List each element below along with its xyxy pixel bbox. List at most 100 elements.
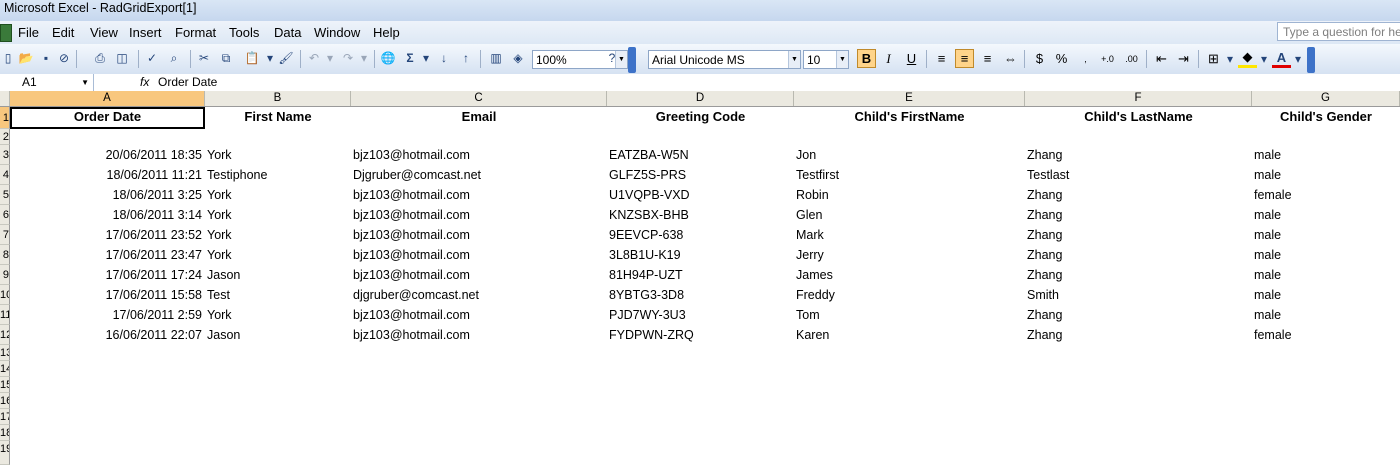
comma-style-icon[interactable]: , (1076, 49, 1095, 68)
italic-button[interactable]: I (879, 49, 898, 68)
cell-child-firstname[interactable]: James (796, 265, 1021, 285)
cell-child-gender[interactable]: female (1254, 325, 1394, 345)
cell-child-lastname[interactable]: Zhang (1027, 265, 1247, 285)
cell-child-firstname[interactable]: Jon (796, 145, 1021, 165)
cell-child-gender[interactable]: male (1254, 265, 1394, 285)
select-all-corner[interactable] (0, 91, 10, 106)
cell-order-date[interactable]: 18/06/2011 3:25 (10, 185, 202, 205)
header-cell-email[interactable]: Email (351, 107, 607, 128)
row-header[interactable]: 11 (0, 305, 10, 325)
redo-dropdown-icon[interactable]: ▾ (356, 50, 372, 66)
question-input[interactable]: Type a question for help (1277, 22, 1400, 41)
menu-edit[interactable]: Edit (52, 25, 74, 40)
cell-email[interactable]: bjz103@hotmail.com (353, 225, 603, 245)
underline-button[interactable]: U (902, 49, 921, 68)
cell-email[interactable]: bjz103@hotmail.com (353, 325, 603, 345)
increase-decimal-icon[interactable]: +.0 (1098, 49, 1117, 68)
cell-child-lastname[interactable]: Zhang (1027, 185, 1247, 205)
cell-first-name[interactable]: York (207, 245, 347, 265)
cell-greeting-code[interactable]: 3L8B1U-K19 (609, 245, 789, 265)
menu-format[interactable]: Format (175, 25, 216, 40)
cell-child-firstname[interactable]: Testfirst (796, 165, 1021, 185)
permission-icon[interactable]: ⊘ (56, 50, 72, 66)
row-header[interactable]: 10 (0, 285, 10, 305)
cell-child-gender[interactable]: male (1254, 205, 1394, 225)
font-name-select[interactable]: Arial Unicode MS ▼ (648, 50, 801, 69)
row-header[interactable]: 8 (0, 245, 10, 265)
font-size-select[interactable]: 10 ▼ (803, 50, 849, 69)
cell-order-date[interactable]: 17/06/2011 23:52 (10, 225, 202, 245)
copy-icon[interactable]: ⧉ (218, 50, 234, 66)
cell-order-date[interactable]: 18/06/2011 3:14 (10, 205, 202, 225)
cell-greeting-code[interactable]: GLFZ5S-PRS (609, 165, 789, 185)
row-header[interactable]: 18 (0, 425, 10, 441)
cell-first-name[interactable]: York (207, 145, 347, 165)
header-cell-first-name[interactable]: First Name (205, 107, 351, 128)
cell-child-lastname[interactable]: Zhang (1027, 325, 1247, 345)
cell-first-name[interactable]: Jason (207, 265, 347, 285)
merge-center-icon[interactable]: ⇔ (1001, 49, 1020, 68)
menu-file[interactable]: File (18, 25, 39, 40)
autosum-icon[interactable]: Σ (402, 50, 418, 66)
column-header-c[interactable]: C (351, 91, 607, 106)
cell-order-date[interactable]: 18/06/2011 11:21 (10, 165, 202, 185)
cell-child-lastname[interactable]: Zhang (1027, 145, 1247, 165)
cell-greeting-code[interactable]: PJD7WY-3U3 (609, 305, 789, 325)
cell-child-firstname[interactable]: Freddy (796, 285, 1021, 305)
print-preview-icon[interactable]: ◫ (114, 50, 130, 66)
sort-descending-icon[interactable]: ↑ (458, 50, 474, 66)
cell-greeting-code[interactable]: 8YBTG3-3D8 (609, 285, 789, 305)
cell-child-gender[interactable]: male (1254, 305, 1394, 325)
cell-child-firstname[interactable]: Karen (796, 325, 1021, 345)
cell-child-gender[interactable]: male (1254, 145, 1394, 165)
cell-first-name[interactable]: Test (207, 285, 347, 305)
row-header[interactable]: 1 (0, 107, 10, 129)
formula-input[interactable]: Order Date (158, 75, 217, 89)
row-header[interactable]: 6 (0, 205, 10, 225)
cell-child-lastname[interactable]: Zhang (1027, 305, 1247, 325)
cell-child-firstname[interactable]: Robin (796, 185, 1021, 205)
cell-child-firstname[interactable]: Tom (796, 305, 1021, 325)
column-header-a[interactable]: A (10, 91, 205, 106)
row-header[interactable]: 17 (0, 409, 10, 425)
cell-order-date[interactable]: 17/06/2011 2:59 (10, 305, 202, 325)
cell-email[interactable]: bjz103@hotmail.com (353, 305, 603, 325)
cell-email[interactable]: bjz103@hotmail.com (353, 265, 603, 285)
fill-color-icon[interactable]: ◆ (1238, 49, 1257, 68)
cell-greeting-code[interactable]: 81H94P-UZT (609, 265, 789, 285)
decrease-decimal-icon[interactable]: .00 (1122, 49, 1141, 68)
redo-icon[interactable]: ↷ (340, 50, 356, 66)
cell-email[interactable]: Djgruber@comcast.net (353, 165, 603, 185)
cell-order-date[interactable]: 16/06/2011 22:07 (10, 325, 202, 345)
row-header[interactable]: 14 (0, 361, 10, 377)
align-center-icon[interactable]: ≡ (955, 49, 974, 68)
menu-insert[interactable]: Insert (129, 25, 162, 40)
chevron-down-icon[interactable]: ▼ (788, 51, 800, 68)
cell-greeting-code[interactable]: EATZBA-W5N (609, 145, 789, 165)
cell-email[interactable]: bjz103@hotmail.com (353, 185, 603, 205)
cell-child-lastname[interactable]: Smith (1027, 285, 1247, 305)
cell-child-lastname[interactable]: Zhang (1027, 225, 1247, 245)
sort-ascending-icon[interactable]: ↓ (436, 50, 452, 66)
align-right-icon[interactable]: ≡ (978, 49, 997, 68)
menu-window[interactable]: Window (314, 25, 360, 40)
header-cell-child-gender[interactable]: Child's Gender (1252, 107, 1400, 128)
borders-dropdown-icon[interactable]: ▾ (1222, 51, 1238, 67)
cell-child-gender[interactable]: female (1254, 185, 1394, 205)
chevron-down-icon[interactable]: ▼ (81, 74, 89, 91)
cell-child-gender[interactable]: male (1254, 245, 1394, 265)
header-cell-greeting-code[interactable]: Greeting Code (607, 107, 794, 128)
research-icon[interactable]: ⌕ (166, 50, 182, 66)
spelling-icon[interactable]: ✓ (144, 50, 160, 66)
row-header[interactable]: 3 (0, 145, 10, 165)
font-color-icon[interactable]: A (1272, 49, 1291, 68)
print-icon[interactable]: ⎙ (92, 50, 108, 66)
name-box[interactable]: A1 ▼ (10, 74, 94, 91)
row-header[interactable]: 15 (0, 377, 10, 393)
row-header[interactable]: 5 (0, 185, 10, 205)
decrease-indent-icon[interactable]: ⇤ (1152, 49, 1171, 68)
help-icon[interactable]: ? (604, 50, 620, 66)
borders-icon[interactable]: ⊞ (1204, 49, 1223, 68)
cut-icon[interactable]: ✂ (196, 50, 212, 66)
row-header[interactable]: 13 (0, 345, 10, 361)
